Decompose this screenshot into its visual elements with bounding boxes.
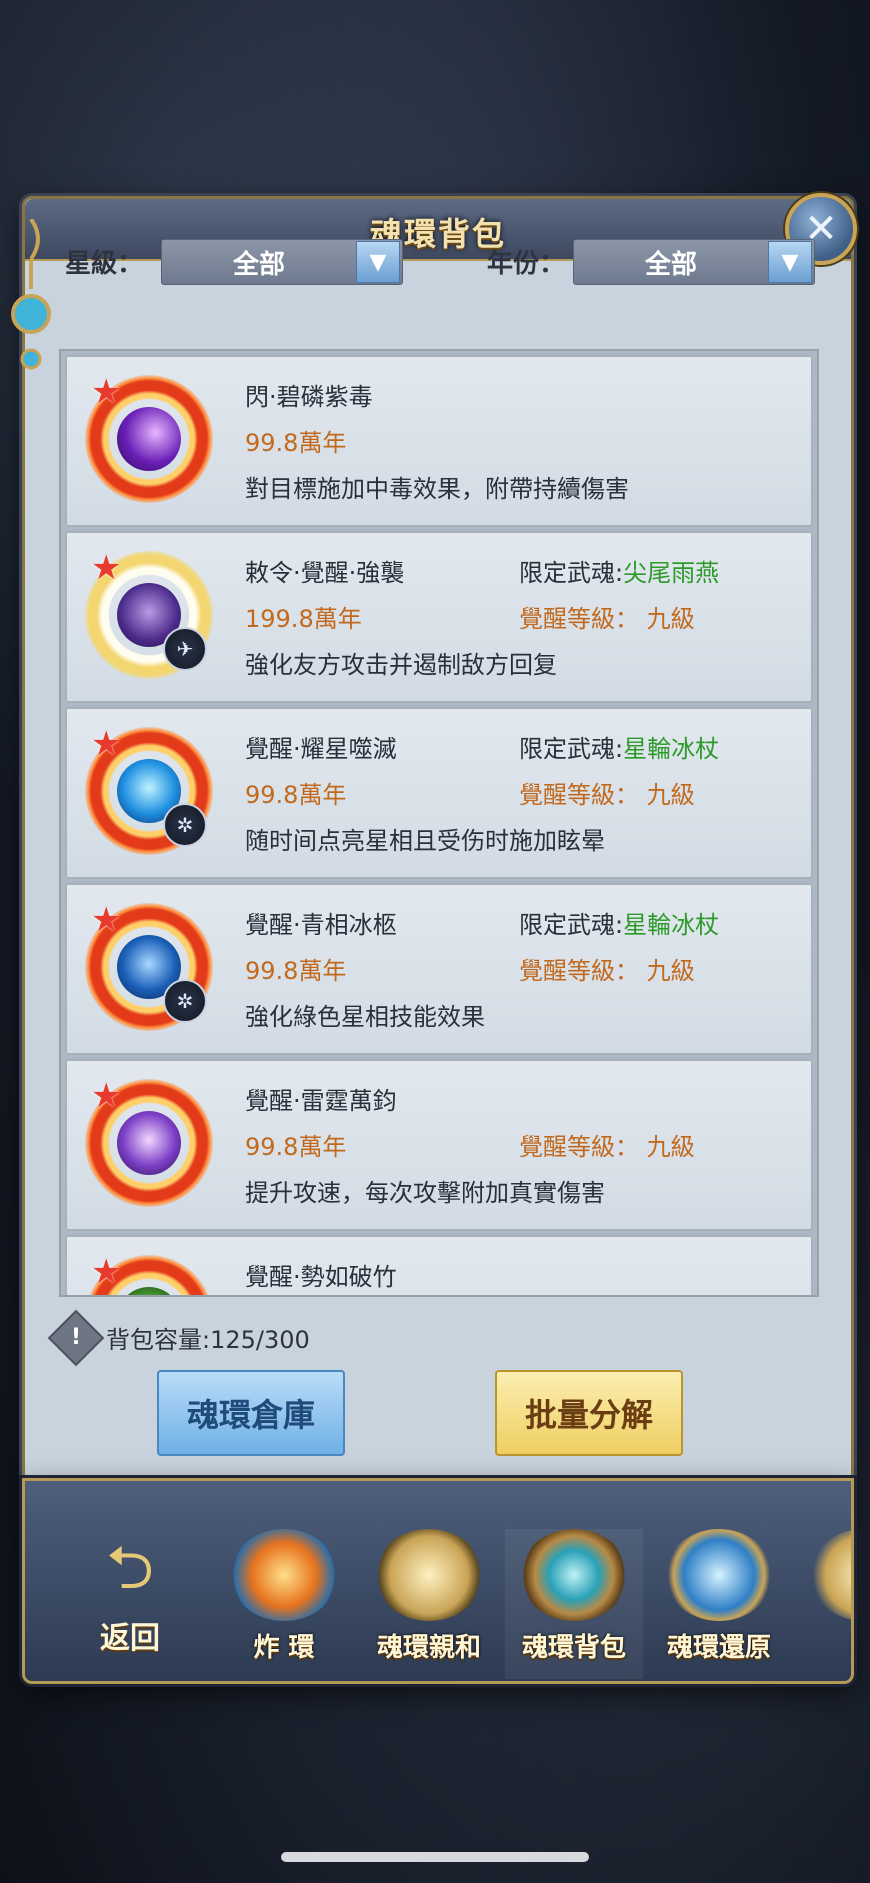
orb-frame: ★: [85, 1252, 213, 1295]
star-filter-select[interactable]: 全部 ▼: [161, 239, 403, 285]
purple-meteor-icon: [117, 407, 181, 471]
nav-label: 魂環親和: [376, 1633, 481, 1663]
ring-years: 99.8萬年: [245, 1133, 347, 1161]
lightning-icon: [117, 1111, 181, 1175]
list-item[interactable]: ★ 閃·碧磷紫毒 99.8萬年 對目標施加中毒效果，附帶持續傷害: [65, 355, 813, 527]
back-arrow-icon: ⮌: [105, 1533, 155, 1603]
ring-desc: 強化綠色星相技能效果: [245, 1003, 485, 1031]
star-icon: ★: [91, 1252, 122, 1292]
ring-name: 敕令·覺醒·強襲: [245, 559, 405, 587]
limited-spirit: 限定武魂:星輪冰杖: [519, 729, 719, 764]
ring-name: 覺醒·勢如破竹: [245, 1263, 397, 1291]
pendant-ornament-icon: [11, 219, 51, 370]
list-item[interactable]: ★ ✲ 覺醒·青相冰柩 99.8萬年 強化綠色星相技能效果 限定武魂:星輪冰杖 …: [65, 883, 813, 1055]
ring-name: 覺醒·雷霆萬鈞: [245, 1087, 397, 1115]
ring-years: 99.8萬年: [245, 957, 347, 985]
star-icon: ★: [91, 372, 122, 412]
awaken-level: 覺醒等級： 九級: [519, 957, 695, 985]
chevron-down-icon[interactable]: ▼: [356, 241, 400, 283]
soul-ring-warehouse-button[interactable]: 魂環倉庫: [157, 1370, 345, 1456]
chevron-down-icon[interactable]: ▼: [768, 241, 812, 283]
limited-spirit-value: 星輪冰杖: [623, 735, 720, 763]
star-icon: ★: [91, 548, 122, 588]
ring-icon: [810, 1529, 851, 1621]
gear-badge-icon: ✲: [163, 979, 207, 1023]
bird-badge-icon: ✈: [163, 627, 207, 671]
green-leaf-icon: [117, 1287, 181, 1295]
gear-badge-icon: ✲: [163, 803, 207, 847]
star-icon: ★: [91, 724, 122, 764]
year-filter-select[interactable]: 全部 ▼: [573, 239, 815, 285]
nav-ring-bag[interactable]: 魂環背包: [505, 1529, 643, 1679]
orb-frame: ★: [85, 1079, 213, 1207]
ring-years: 99.8萬年: [245, 429, 347, 457]
ring-desc: 提升攻速，每次攻擊附加真實傷害: [245, 1179, 605, 1207]
star-icon: ★: [91, 1076, 122, 1116]
limited-spirit-value: 尖尾雨燕: [623, 559, 720, 587]
awaken-level: 覺醒等級： 九級: [519, 781, 695, 809]
ring-name: 閃·碧磷紫毒: [245, 383, 373, 411]
awaken-level: 覺醒等級： 九級: [519, 605, 695, 633]
soul-ring-bag-panel: 魂環背包 ✕ 星級： 全部 ▼ 年份： 全部 ▼ ★ 閃·碧磷紫毒 99.8萬年…: [11, 193, 857, 1484]
year-filter-value: 全部: [644, 249, 697, 280]
limited-spirit-label: 限定武魂:: [519, 911, 624, 939]
ring-desc: 随时间点亮星相且受伤时施加眩晕: [245, 827, 605, 855]
soul-ring-list[interactable]: ★ 閃·碧磷紫毒 99.8萬年 對目標施加中毒效果，附帶持續傷害 ★ ✈ 敕令·…: [59, 349, 819, 1297]
nav-label: 魂環背包: [521, 1633, 626, 1663]
ring-name: 覺醒·青相冰柩: [245, 911, 397, 939]
orb-frame: ★ ✈: [85, 551, 213, 679]
nav-ring-restore[interactable]: 魂環還原: [650, 1529, 788, 1679]
nav-label: 魂: [795, 1627, 852, 1664]
year-filter-label: 年份：: [487, 249, 566, 279]
limited-spirit-value: 星輪冰杖: [623, 911, 720, 939]
ring-desc: 對目標施加中毒效果，附帶持續傷害: [245, 475, 629, 503]
home-indicator[interactable]: [281, 1852, 589, 1862]
ring-years: 199.8萬年: [245, 605, 362, 633]
star-icon: ★: [91, 900, 122, 940]
nav-label: 魂環還原: [666, 1633, 771, 1663]
list-item[interactable]: ★ ✲ 覺醒·耀星噬滅 99.8萬年 随时间点亮星相且受伤时施加眩晕 限定武魂:…: [65, 707, 813, 879]
ring-years: 99.8萬年: [245, 781, 347, 809]
nav-explode-ring[interactable]: 炸 環: [215, 1529, 353, 1679]
back-button[interactable]: ⮌ 返回: [55, 1523, 205, 1673]
sun-ring-icon: [230, 1529, 338, 1621]
list-item[interactable]: ★ ✈ 敕令·覺醒·強襲 199.8萬年 強化友方攻击并遏制敌方回复 限定武魂:…: [65, 531, 813, 703]
nav-more[interactable]: 魂: [795, 1529, 852, 1679]
globe-ring-icon: [665, 1529, 773, 1621]
orb-frame: ★ ✲: [85, 727, 213, 855]
backpack-icon: [520, 1529, 628, 1621]
star-filter-label: 星級：: [65, 249, 144, 279]
limited-spirit: 限定武魂:尖尾雨燕: [519, 553, 719, 588]
ring-desc: 強化友方攻击并遏制敌方回复: [245, 651, 557, 679]
orb-frame: ★: [85, 375, 213, 503]
star-filter-value: 全部: [232, 249, 285, 280]
limited-spirit-label: 限定武魂:: [519, 735, 624, 763]
limited-spirit: 限定武魂:星輪冰杖: [519, 905, 719, 940]
ring-name: 覺醒·耀星噬滅: [245, 735, 397, 763]
limited-spirit-label: 限定武魂:: [519, 559, 624, 587]
trident-icon: [375, 1529, 483, 1621]
batch-decompose-button[interactable]: 批量分解: [495, 1370, 683, 1456]
bag-capacity: 背包容量:125/300: [106, 1326, 310, 1354]
back-label: 返回: [100, 1621, 160, 1656]
orb-frame: ★ ✲: [85, 903, 213, 1031]
nav-label: 炸 環: [253, 1633, 315, 1663]
nav-ring-affinity[interactable]: 魂環親和: [360, 1529, 498, 1679]
list-item[interactable]: ★ 覺醒·雷霆萬鈞 99.8萬年 提升攻速，每次攻擊附加真實傷害 覺醒等級： 九…: [65, 1059, 813, 1231]
awaken-level: 覺醒等級： 九級: [519, 1133, 695, 1161]
list-item[interactable]: ★ 覺醒·勢如破竹: [65, 1235, 813, 1295]
bottom-nav: ⮌ 返回 炸 環 魂環親和 魂環背包 魂環還原 魂: [22, 1478, 854, 1684]
